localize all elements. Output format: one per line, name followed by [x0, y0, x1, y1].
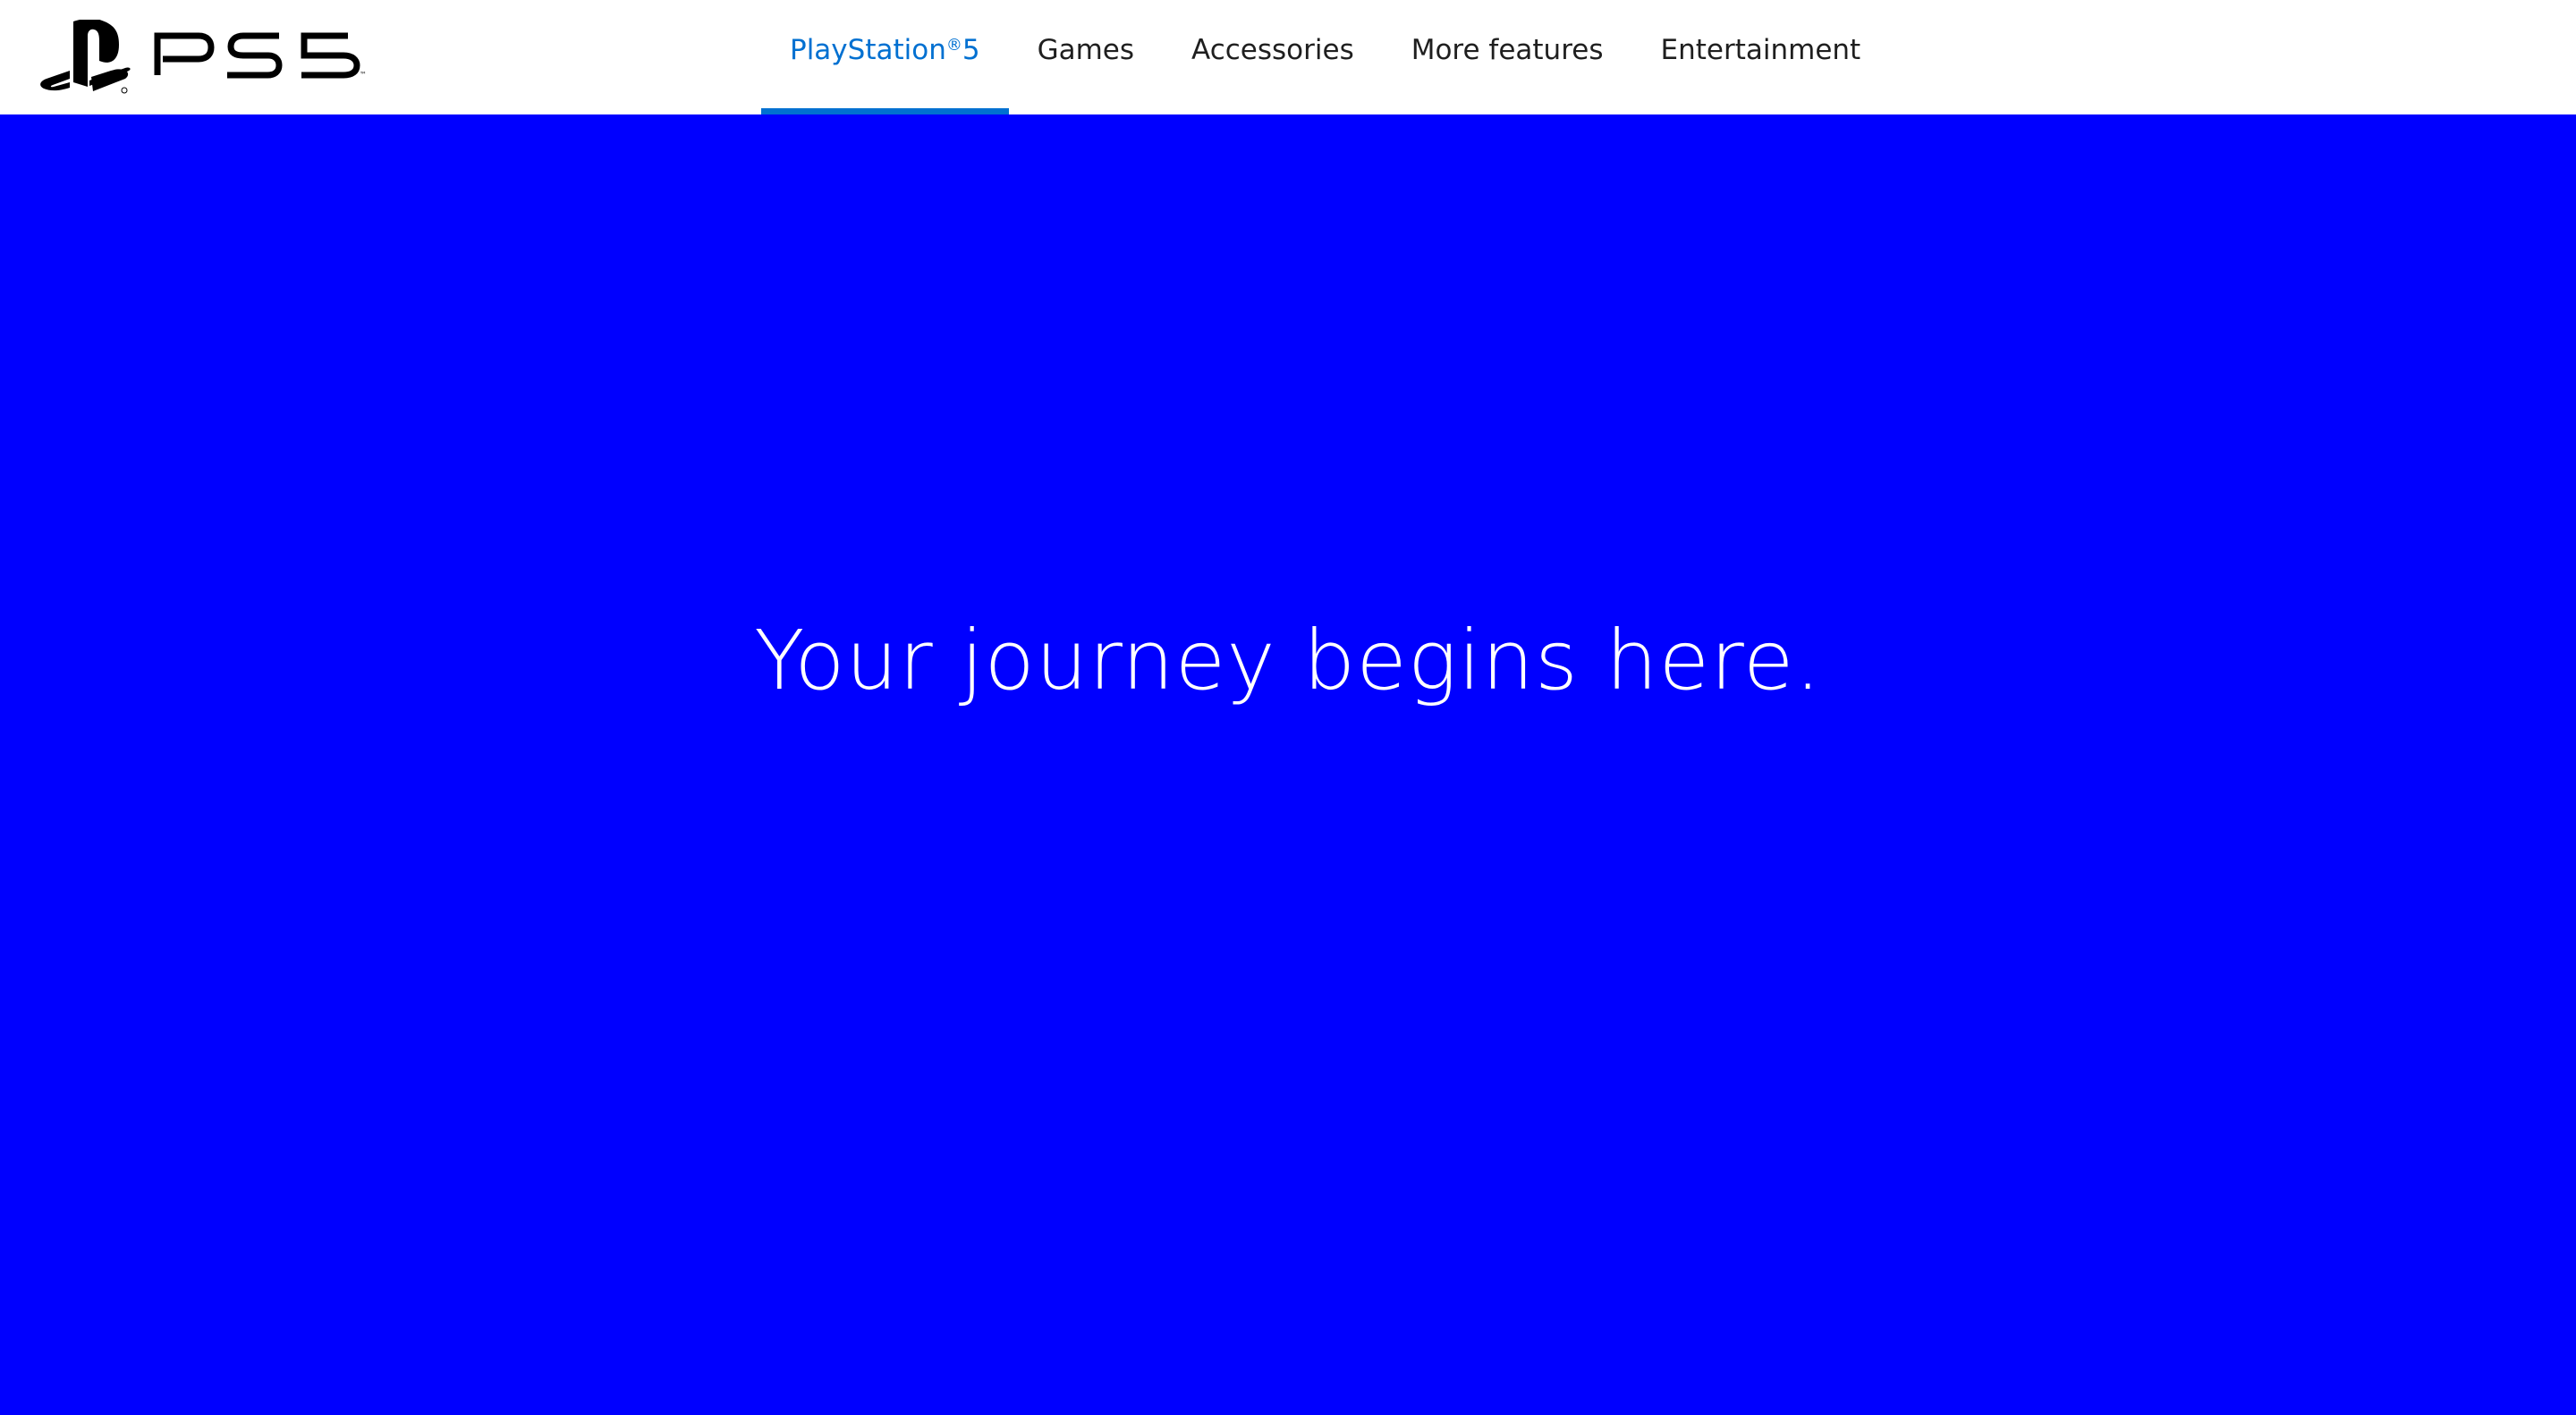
nav-item-games[interactable]: Games — [1009, 0, 1163, 114]
hero-section: Your journey begins here. — [0, 114, 2576, 1415]
nav-item-playstation5[interactable]: PlayStation ® 5 — [761, 0, 1009, 114]
nav-item-label: Games — [1037, 34, 1135, 66]
nav-item-suffix: 5 — [962, 34, 980, 66]
playstation-logo-icon: ™ — [40, 18, 367, 94]
main-nav: PlayStation ® 5 Games Accessories More fea… — [761, 0, 1889, 114]
nav-item-label: Accessories — [1191, 34, 1354, 66]
hero-title: Your journey begins here. — [754, 612, 1822, 708]
registered-mark: ® — [945, 36, 962, 55]
nav-item-label: More features — [1411, 34, 1604, 66]
nav-item-entertainment[interactable]: Entertainment — [1632, 0, 1890, 114]
nav-item-label: Entertainment — [1660, 34, 1861, 66]
nav-item-accessories[interactable]: Accessories — [1163, 0, 1383, 114]
ps5-logo[interactable]: ™ — [39, 18, 370, 95]
nav-item-more-features[interactable]: More features — [1383, 0, 1632, 114]
nav-item-label: PlayStation — [790, 34, 946, 66]
site-header: ™ PlayStation ® 5 Games Accessories More f… — [0, 0, 2576, 114]
svg-text:™: ™ — [360, 71, 367, 79]
